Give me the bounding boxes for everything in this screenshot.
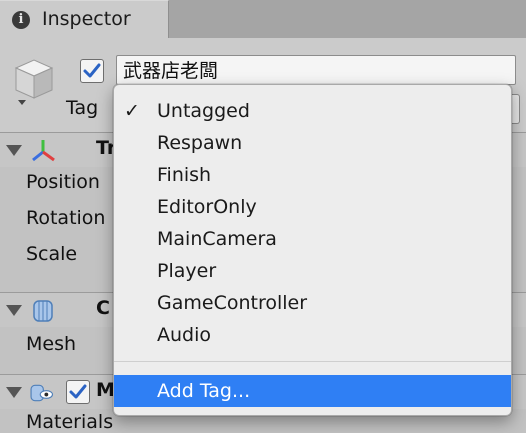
transform-axes-icon xyxy=(32,140,55,162)
active-checkbox[interactable] xyxy=(80,59,104,83)
menu-item-label: Finish xyxy=(157,164,212,186)
menu-separator xyxy=(114,361,511,362)
object-name-field[interactable]: 武器店老闆 xyxy=(116,55,516,85)
tab-bar: i Inspector xyxy=(0,0,526,39)
menu-item-editoronly[interactable]: EditorOnly xyxy=(114,191,511,223)
foldout-arrow-icon[interactable] xyxy=(6,305,22,316)
menu-item-maincamera[interactable]: MainCamera xyxy=(114,223,511,255)
checkmark-icon xyxy=(83,63,101,78)
scale-label: Scale xyxy=(26,243,78,265)
menu-item-label: Player xyxy=(157,260,217,282)
menu-item-label: MainCamera xyxy=(157,228,277,250)
position-label: Position xyxy=(26,171,100,193)
menu-item-finish[interactable]: Finish xyxy=(114,159,511,191)
mesh-label: Mesh xyxy=(26,333,77,355)
tab-title: Inspector xyxy=(42,8,131,30)
checkmark-icon xyxy=(69,384,87,399)
foldout-arrow-icon[interactable] xyxy=(6,387,22,398)
menu-item-label: GameController xyxy=(157,292,308,314)
mesh-renderer-icon xyxy=(30,384,54,402)
tag-dropdown-menu: ✓ Untagged Respawn Finish EditorOnly Mai… xyxy=(113,84,512,416)
tag-label: Tag xyxy=(66,97,99,119)
menu-item-respawn[interactable]: Respawn xyxy=(114,127,511,159)
component-title: C xyxy=(96,297,110,319)
menu-item-add-tag[interactable]: Add Tag... xyxy=(114,375,511,407)
component-enabled-checkbox[interactable] xyxy=(66,380,90,404)
materials-label: Materials xyxy=(26,411,114,433)
menu-item-gamecontroller[interactable]: GameController xyxy=(114,287,511,319)
menu-item-label: Audio xyxy=(157,324,212,346)
checkmark-icon: ✓ xyxy=(124,100,140,122)
tab-inspector[interactable]: i Inspector xyxy=(0,0,169,39)
rotation-label: Rotation xyxy=(26,207,106,229)
foldout-arrow-icon[interactable] xyxy=(6,145,22,156)
menu-item-label: Respawn xyxy=(157,132,243,154)
gameobject-cube-icon xyxy=(14,59,54,105)
menu-item-audio[interactable]: Audio xyxy=(114,319,511,351)
menu-item-label: Add Tag... xyxy=(157,380,251,402)
menu-item-player[interactable]: Player xyxy=(114,255,511,287)
menu-item-label: EditorOnly xyxy=(157,196,257,218)
menu-item-untagged[interactable]: ✓ Untagged xyxy=(114,95,511,127)
menu-item-label: Untagged xyxy=(157,100,250,122)
mesh-filter-icon xyxy=(33,300,53,322)
info-icon: i xyxy=(12,11,30,29)
